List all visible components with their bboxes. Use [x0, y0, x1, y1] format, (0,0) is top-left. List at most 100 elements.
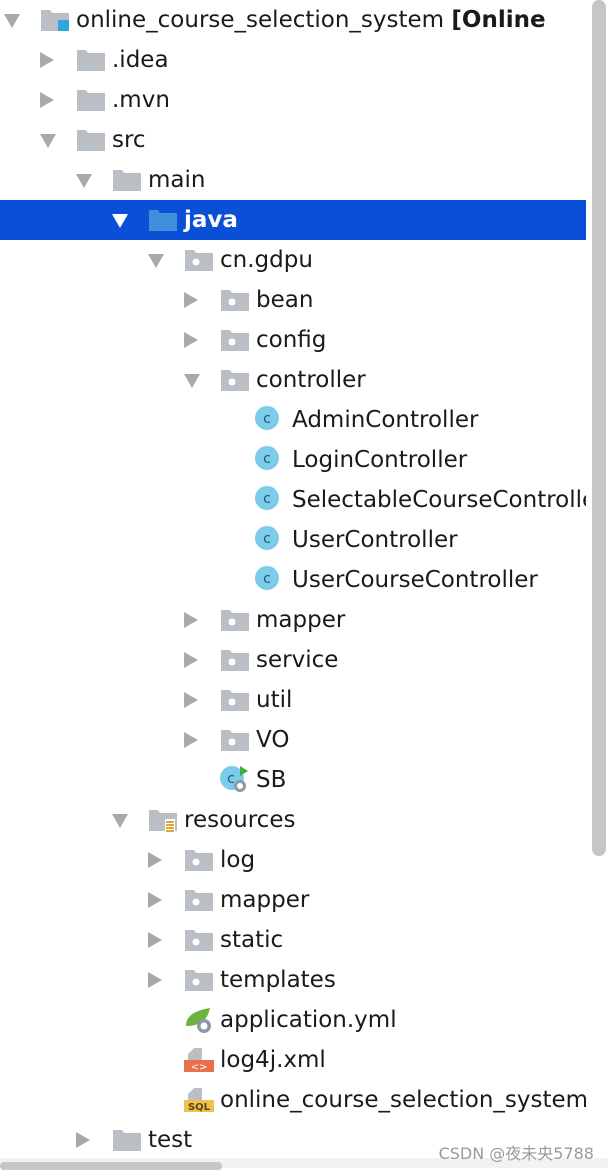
tree-node-label: AdminController — [292, 406, 478, 434]
chevron-right-icon[interactable] — [184, 652, 198, 668]
node-name: static — [220, 927, 284, 953]
class-icon: c — [254, 486, 282, 510]
tree-node-main[interactable]: main — [0, 160, 586, 200]
tree-node-logincontroller[interactable]: c LoginController — [0, 440, 586, 480]
package-icon — [220, 608, 249, 632]
tree-node-sb[interactable]: c SB — [0, 760, 586, 800]
folder-icon — [112, 1128, 141, 1152]
chevron-right-icon[interactable] — [40, 52, 54, 68]
tree-node-label: src — [112, 126, 146, 154]
folder-icon — [76, 128, 105, 152]
node-name: .mvn — [112, 87, 170, 113]
svg-text:SQL: SQL — [188, 1102, 211, 1113]
package-icon — [220, 648, 249, 672]
package-icon — [184, 848, 213, 872]
tree-node-static[interactable]: static — [0, 920, 586, 960]
tree-node-label: service — [256, 646, 338, 674]
tree-node-label: SB — [256, 766, 286, 794]
tree-node-mapper[interactable]: mapper — [0, 880, 586, 920]
chevron-right-icon[interactable] — [76, 1132, 90, 1148]
node-name: cn.gdpu — [220, 247, 313, 273]
xml-file-icon: <> — [184, 1046, 214, 1073]
tree-node-label: cn.gdpu — [220, 246, 313, 274]
chevron-right-icon[interactable] — [148, 892, 162, 908]
tree-node-service[interactable]: service — [0, 640, 586, 680]
tree-node-usercontroller[interactable]: c UserController — [0, 520, 586, 560]
tree-node--idea[interactable]: .idea — [0, 40, 586, 80]
source-folder-icon — [148, 208, 177, 232]
svg-text:c: c — [227, 771, 235, 787]
tree-node-admincontroller[interactable]: c AdminController — [0, 400, 586, 440]
tree-node-label: .mvn — [112, 86, 170, 114]
node-name: test — [148, 1127, 193, 1153]
node-name: java — [184, 207, 238, 233]
chevron-down-icon[interactable] — [40, 134, 56, 148]
chevron-right-icon[interactable] — [148, 972, 162, 988]
node-name: application.yml — [220, 1007, 397, 1033]
horizontal-scrollbar[interactable] — [0, 1162, 222, 1170]
chevron-down-icon[interactable] — [184, 374, 200, 388]
tree-node-label: mapper — [256, 606, 345, 634]
class-icon: c — [254, 446, 282, 470]
tree-node-usercoursecontroller[interactable]: c UserCourseController — [0, 560, 586, 600]
resources-folder-icon — [148, 808, 177, 832]
tree-node-online-course-selection-system[interactable]: online_course_selection_system [Online — [0, 0, 586, 40]
tree-node-online-course-selection-system-sql[interactable]: SQL online_course_selection_system.sql — [0, 1080, 586, 1120]
tree-node-label: VO — [256, 726, 289, 754]
spring-yml-icon — [184, 1006, 212, 1033]
chevron-right-icon[interactable] — [184, 692, 198, 708]
tree-node-log4j-xml[interactable]: <> log4j.xml — [0, 1040, 586, 1080]
watermark: CSDN @夜未央5788 — [438, 1144, 594, 1163]
tree-node-log[interactable]: log — [0, 840, 586, 880]
tree-node-java[interactable]: java — [0, 200, 586, 240]
chevron-down-icon[interactable] — [112, 814, 128, 828]
node-name: .idea — [112, 47, 169, 73]
tree-node-src[interactable]: src — [0, 120, 586, 160]
tree-node-label: online_course_selection_system [Online — [76, 6, 546, 34]
spring-boot-class-icon: c — [220, 766, 248, 792]
package-icon — [184, 888, 213, 912]
tree-node-mapper[interactable]: mapper — [0, 600, 586, 640]
chevron-right-icon[interactable] — [184, 292, 198, 308]
svg-text:c: c — [263, 531, 271, 547]
tree-node-controller[interactable]: controller — [0, 360, 586, 400]
chevron-right-icon[interactable] — [184, 612, 198, 628]
node-name: util — [256, 687, 293, 713]
svg-text:c: c — [263, 491, 271, 507]
chevron-down-icon[interactable] — [148, 254, 164, 268]
chevron-down-icon[interactable] — [4, 14, 20, 28]
tree-node-label: static — [220, 926, 283, 954]
package-icon — [184, 248, 213, 272]
tree-node-vo[interactable]: VO — [0, 720, 586, 760]
node-name: log4j.xml — [220, 1047, 326, 1073]
chevron-down-icon[interactable] — [112, 214, 128, 228]
tree-node-application-yml[interactable]: application.yml — [0, 1000, 586, 1040]
tree-node-config[interactable]: config — [0, 320, 586, 360]
module-folder-icon — [40, 8, 69, 32]
node-name: main — [148, 167, 206, 193]
tree-node--mvn[interactable]: .mvn — [0, 80, 586, 120]
node-name: UserController — [292, 527, 458, 553]
chevron-right-icon[interactable] — [40, 92, 54, 108]
tree-node-cn-gdpu[interactable]: cn.gdpu — [0, 240, 586, 280]
tree-node-util[interactable]: util — [0, 680, 586, 720]
chevron-right-icon[interactable] — [148, 852, 162, 868]
chevron-right-icon[interactable] — [184, 332, 198, 348]
tree-node-bean[interactable]: bean — [0, 280, 586, 320]
chevron-right-icon[interactable] — [184, 732, 198, 748]
tree-node-label: application.yml — [220, 1006, 397, 1034]
vertical-scrollbar[interactable] — [592, 0, 606, 856]
node-name: UserCourseController — [292, 567, 538, 593]
tree-node-selectablecoursecontroller[interactable]: c SelectableCourseController — [0, 480, 586, 520]
node-name: mapper — [220, 887, 310, 913]
svg-text:c: c — [263, 571, 271, 587]
node-name: service — [256, 647, 339, 673]
chevron-down-icon[interactable] — [76, 174, 92, 188]
tree-node-templates[interactable]: templates — [0, 960, 586, 1000]
package-icon — [220, 288, 249, 312]
tree-node-resources[interactable]: resources — [0, 800, 586, 840]
chevron-right-icon[interactable] — [148, 932, 162, 948]
node-name: config — [256, 327, 327, 353]
sql-file-icon: SQL — [184, 1086, 214, 1113]
tree-node-label: templates — [220, 966, 336, 994]
